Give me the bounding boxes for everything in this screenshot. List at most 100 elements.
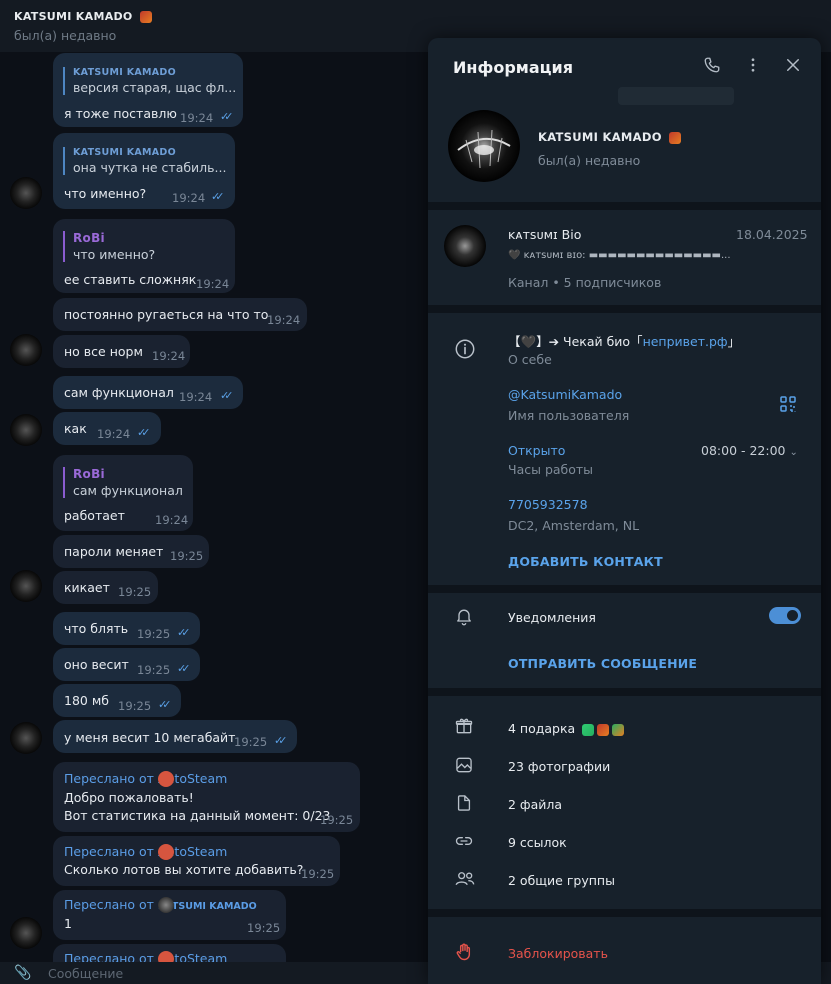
hours-label: Часы работы bbox=[508, 462, 594, 477]
reply-quote[interactable]: KATSUMI KAMADO версия старая, щас фл... bbox=[63, 67, 236, 95]
info-icon bbox=[454, 338, 475, 359]
profile-avatar[interactable] bbox=[448, 110, 520, 182]
message-text: я тоже поставлю bbox=[64, 106, 177, 121]
message-time: 19:25 bbox=[118, 585, 152, 599]
message-text: сам функционал bbox=[64, 385, 174, 400]
read-check-icon: ✓✓ bbox=[274, 734, 288, 747]
message-bubble[interactable]: пароли меняет 19:25 bbox=[53, 535, 209, 568]
message-bubble[interactable]: 180 мб 19:25 ✓✓ bbox=[53, 684, 181, 717]
avatar[interactable] bbox=[10, 722, 42, 754]
message-time: 19:24 bbox=[172, 191, 206, 205]
sprite-emoji-icon bbox=[669, 131, 682, 144]
divider bbox=[428, 202, 821, 210]
block-button[interactable]: Заблокировать bbox=[508, 946, 608, 961]
message-time: 19:25 bbox=[137, 663, 171, 677]
channel-name[interactable]: ᴋᴀᴛsᴜᴍɪ Bio bbox=[508, 227, 581, 242]
forwarded-message[interactable]: Переслано от AutoSteam Сколько лотов вы … bbox=[53, 836, 340, 886]
attach-icon[interactable]: 📎 bbox=[14, 965, 31, 981]
reply-quote[interactable]: RoBi что именно? bbox=[63, 231, 155, 262]
message-bubble[interactable]: но все норм 19:24 bbox=[53, 335, 190, 368]
bio-link[interactable]: непривет.рф bbox=[643, 334, 728, 349]
more-menu-icon[interactable] bbox=[742, 56, 764, 78]
files-item[interactable]: 2 файла bbox=[508, 797, 562, 812]
divider bbox=[428, 909, 821, 917]
message-text: пароли меняет bbox=[64, 544, 164, 559]
autosteam-avatar bbox=[157, 844, 174, 860]
avatar[interactable] bbox=[10, 917, 42, 949]
chat-title: KATSUMI KAMADO bbox=[14, 10, 152, 23]
gift-icon bbox=[454, 716, 474, 736]
message-text: что блять bbox=[64, 621, 129, 636]
notifications-toggle[interactable] bbox=[769, 607, 801, 624]
forwarded-message[interactable]: Переслано от KATSUMI KAMADO 1 19:25 bbox=[53, 890, 286, 940]
message-text: но все норм bbox=[64, 344, 143, 359]
message-input[interactable]: Сообщение bbox=[48, 966, 123, 981]
autosteam-avatar bbox=[157, 771, 174, 787]
notifications-label: Уведомления bbox=[508, 610, 596, 625]
message-text: у меня весит 10 мегабайт bbox=[64, 730, 236, 745]
read-check-icon: ✓✓ bbox=[211, 190, 225, 203]
hours-status[interactable]: Открыто bbox=[508, 443, 565, 458]
reply-quote[interactable]: KATSUMI KAMADO она чутка не стабиль... bbox=[63, 147, 226, 175]
forwarded-header[interactable]: Переслано от AutoSteam bbox=[64, 771, 227, 787]
message-time: 19:24 bbox=[180, 111, 214, 125]
message-bubble[interactable]: кикает 19:25 bbox=[53, 571, 158, 604]
photos-item[interactable]: 23 фотографии bbox=[508, 759, 610, 774]
message-bubble[interactable]: у меня весит 10 мегабайт 19:25 ✓✓ bbox=[53, 720, 297, 753]
read-check-icon: ✓✓ bbox=[177, 626, 191, 639]
message-bubble[interactable]: KATSUMI KAMADO версия старая, щас фл... … bbox=[53, 53, 243, 127]
message-bubble[interactable]: RoBi сам функционал работает 19:24 bbox=[53, 455, 193, 531]
info-panel: Информация KATSUMI KAMADO был(а) недавно… bbox=[428, 38, 821, 984]
avatar[interactable] bbox=[10, 334, 42, 366]
avatar[interactable] bbox=[10, 570, 42, 602]
toggle-knob bbox=[787, 610, 798, 621]
link-icon bbox=[454, 831, 474, 851]
divider bbox=[428, 305, 821, 313]
bio-label: О себе bbox=[508, 352, 552, 367]
forwarded-message[interactable]: Переслано от AutoSteam Добро пожаловать!… bbox=[53, 762, 360, 832]
read-check-icon: ✓✓ bbox=[158, 698, 172, 711]
reply-quote[interactable]: RoBi сам функционал bbox=[63, 467, 183, 498]
message-bubble[interactable]: как 19:24 ✓✓ bbox=[53, 412, 161, 445]
gift-emoji-icon bbox=[597, 723, 610, 736]
groups-icon bbox=[454, 869, 475, 889]
message-bubble[interactable]: KATSUMI KAMADO она чутка не стабиль... ч… bbox=[53, 133, 235, 209]
message-time: 19:24 bbox=[196, 277, 230, 291]
message-time: 19:25 bbox=[118, 699, 152, 713]
forwarded-header[interactable]: Переслано от AutoSteam bbox=[64, 844, 227, 860]
avatar[interactable] bbox=[10, 177, 42, 209]
username-value[interactable]: @KatsumiKamado bbox=[508, 387, 622, 402]
groups-item[interactable]: 2 общие группы bbox=[508, 873, 615, 888]
message-time: 19:24 bbox=[97, 427, 131, 441]
send-message-button[interactable]: ОТПРАВИТЬ СООБЩЕНИЕ bbox=[508, 656, 697, 671]
message-bubble[interactable]: постоянно ругаеться на что то 19:24 bbox=[53, 298, 307, 331]
message-bubble[interactable]: оно весит 19:25 ✓✓ bbox=[53, 648, 200, 681]
bio-text: 【🖤】➔ Чекай био「непривет.рф」 bbox=[508, 334, 741, 349]
forwarded-header[interactable]: Переслано от KATSUMI KAMADO bbox=[64, 897, 257, 913]
message-time: 19:25 bbox=[170, 549, 204, 563]
message-text: ее ставить сложняк bbox=[64, 272, 197, 287]
read-check-icon: ✓✓ bbox=[220, 110, 234, 123]
message-text: 180 мб bbox=[64, 693, 109, 708]
phone-value[interactable]: 7705932578 bbox=[508, 497, 588, 512]
avatar[interactable] bbox=[10, 414, 42, 446]
message-time: 19:25 bbox=[301, 867, 335, 881]
channel-avatar[interactable] bbox=[444, 225, 486, 267]
close-icon[interactable] bbox=[782, 56, 804, 78]
gifts-item[interactable]: 4 подарка bbox=[508, 721, 625, 736]
message-bubble[interactable]: RoBi что именно? ее ставить сложняк 19:2… bbox=[53, 219, 235, 293]
message-bubble[interactable]: что блять 19:25 ✓✓ bbox=[53, 612, 200, 645]
message-text: кикает bbox=[64, 580, 110, 595]
sprite-emoji-icon bbox=[139, 11, 152, 23]
message-text: Добро пожаловать! bbox=[64, 790, 194, 805]
links-item[interactable]: 9 ссылок bbox=[508, 835, 567, 850]
message-time: 19:24 bbox=[155, 513, 189, 527]
message-bubble[interactable]: сам функционал 19:24 ✓✓ bbox=[53, 376, 243, 409]
qr-code-icon[interactable] bbox=[779, 395, 797, 413]
phone-icon[interactable] bbox=[701, 56, 723, 78]
add-contact-button[interactable]: ДОБАВИТЬ КОНТАКТ bbox=[508, 554, 663, 569]
hours-range[interactable]: 08:00 - 22:00 ⌄ bbox=[701, 443, 798, 458]
photo-icon bbox=[454, 755, 474, 775]
profile-status: был(а) недавно bbox=[538, 153, 641, 168]
message-text: оно весит bbox=[64, 657, 129, 672]
